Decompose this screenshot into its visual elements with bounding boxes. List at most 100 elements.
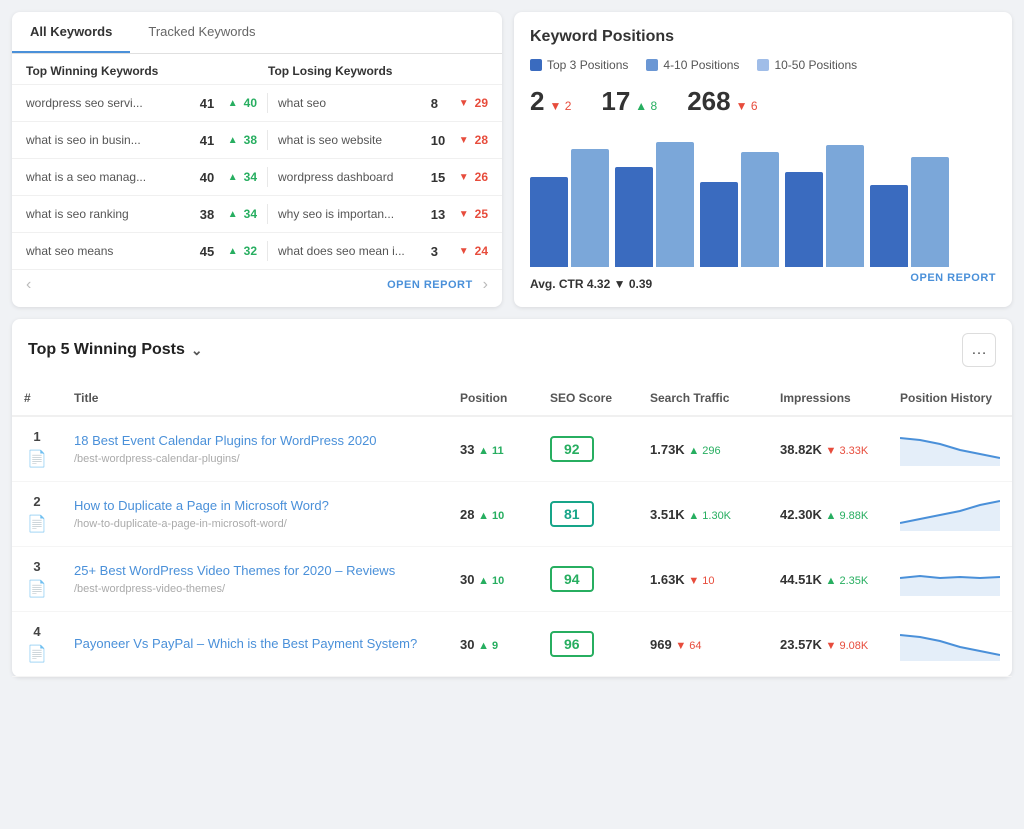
- position-value: 30: [460, 572, 474, 587]
- position-numbers: 2 ▼ 2 17 ▲ 8 268 ▼ 6: [530, 86, 996, 117]
- row-number: 1: [33, 429, 40, 444]
- open-report-positions: OPEN REPORT: [910, 269, 996, 284]
- posts-card: Top 5 Winning Posts ⌄ … # Title Position…: [12, 319, 1012, 677]
- winning-kw-change: 34: [244, 170, 257, 184]
- table-header-row: # Title Position SEO Score Search Traffi…: [12, 381, 1012, 416]
- col-header-seo-score: SEO Score: [538, 381, 638, 416]
- tab-tracked-keywords[interactable]: Tracked Keywords: [130, 12, 273, 53]
- winning-kw-pos: 41: [200, 96, 222, 111]
- losing-kw-item: what is seo website 10 ▼ 28: [278, 133, 488, 148]
- losing-kw-change: 24: [475, 244, 488, 258]
- traffic-value: 3.51K: [650, 507, 685, 522]
- tab-all-keywords[interactable]: All Keywords: [12, 12, 130, 53]
- col-divider: [267, 130, 268, 150]
- row-number: 2: [33, 494, 40, 509]
- losing-kw-change: 28: [475, 133, 488, 147]
- winning-kw-change: 38: [244, 133, 257, 147]
- cell-position: 30 ▲ 10: [448, 547, 538, 612]
- winning-kw-item: what is seo in busin... 41 ▲ 38: [26, 133, 257, 148]
- cell-impressions: 38.82K ▼ 3.33K: [768, 416, 888, 482]
- seo-score-badge: 96: [550, 631, 594, 657]
- pos-change-up: ▲ 10: [478, 510, 504, 522]
- pos-mid-group: 17 ▲ 8: [601, 86, 657, 117]
- bar-group-1: [530, 149, 609, 267]
- col-header-num: #: [12, 381, 62, 416]
- col-header-position: Position: [448, 381, 538, 416]
- bar-light-1: [571, 149, 609, 267]
- keyword-row: what is seo ranking 38 ▲ 34 why seo is i…: [12, 195, 502, 232]
- legend-dot-mid: [646, 59, 658, 71]
- bar-light-3: [741, 152, 779, 267]
- table-row: 3 📄 25+ Best WordPress Video Themes for …: [12, 547, 1012, 612]
- winning-kw-item: what is a seo manag... 40 ▲ 34: [26, 170, 257, 185]
- cell-seo-score: 81: [538, 482, 638, 547]
- legend-dot-light: [757, 59, 769, 71]
- cell-history: [888, 612, 1012, 677]
- losing-kw-name: wordpress dashboard: [278, 170, 425, 184]
- post-title-link[interactable]: 18 Best Event Calendar Plugins for WordP…: [74, 433, 436, 448]
- legend-10-50: 10-50 Positions: [757, 58, 857, 72]
- keyword-row: what is seo in busin... 41 ▲ 38 what is …: [12, 121, 502, 158]
- seo-score-badge: 92: [550, 436, 594, 462]
- scroll-right-icon[interactable]: ›: [483, 276, 488, 294]
- bar-dark-2: [615, 167, 653, 267]
- pos-top3-group: 2 ▼ 2: [530, 86, 571, 117]
- bar-group-5: [870, 157, 949, 267]
- seo-score-badge: 81: [550, 501, 594, 527]
- losing-kw-name: what seo: [278, 96, 425, 110]
- keyword-row: what seo means 45 ▲ 32 what does seo mea…: [12, 232, 502, 269]
- col-divider: [267, 241, 268, 261]
- winning-kw-item: what seo means 45 ▲ 32: [26, 244, 257, 259]
- keywords-body: Top Winning Keywords Top Losing Keywords…: [12, 54, 502, 300]
- avg-ctr: Avg. CTR 4.32 ▼ 0.39: [530, 277, 652, 291]
- bar-dark-4: [785, 172, 823, 267]
- impressions-value: 42.30K: [780, 507, 822, 522]
- winning-kw-change: 34: [244, 207, 257, 221]
- winning-kw-pos: 38: [200, 207, 222, 222]
- post-title-link[interactable]: 25+ Best WordPress Video Themes for 2020…: [74, 563, 436, 578]
- winning-kw-pos: 41: [200, 133, 222, 148]
- bar-dark-1: [530, 177, 568, 267]
- bar-chart: [530, 127, 996, 267]
- post-url: /best-wordpress-calendar-plugins/: [74, 453, 240, 465]
- cell-history: [888, 416, 1012, 482]
- posts-table: # Title Position SEO Score Search Traffi…: [12, 381, 1012, 677]
- col-header-impressions: Impressions: [768, 381, 888, 416]
- seo-score-badge: 94: [550, 566, 594, 592]
- winning-kw-change: 40: [244, 96, 257, 110]
- cell-traffic: 1.73K ▲ 296: [638, 416, 768, 482]
- row-number: 3: [33, 559, 40, 574]
- cell-num: 1 📄: [12, 416, 62, 482]
- positions-card: Keyword Positions Top 3 Positions 4-10 P…: [514, 12, 1012, 307]
- post-title-link[interactable]: How to Duplicate a Page in Microsoft Wor…: [74, 498, 436, 513]
- cell-impressions: 44.51K ▲ 2.35K: [768, 547, 888, 612]
- post-title-link[interactable]: Payoneer Vs PayPal – Which is the Best P…: [74, 636, 436, 651]
- col-divider: [267, 93, 268, 113]
- position-value: 28: [460, 507, 474, 522]
- winning-kw-change: 32: [244, 244, 257, 258]
- cell-seo-score: 94: [538, 547, 638, 612]
- positions-title: Keyword Positions: [530, 28, 996, 46]
- pos-top3-change: ▼ 2: [549, 99, 571, 113]
- posts-title-btn[interactable]: Top 5 Winning Posts ⌄: [28, 341, 203, 359]
- mini-chart: [900, 560, 1000, 599]
- document-icon: 📄: [27, 644, 47, 664]
- losing-kw-name: what is seo website: [278, 133, 425, 147]
- col-divider: [267, 204, 268, 224]
- more-options-button[interactable]: …: [962, 333, 996, 367]
- document-icon: 📄: [27, 514, 47, 534]
- arrow-up-icon: ▲: [228, 172, 238, 183]
- winning-kw-pos: 45: [200, 244, 222, 259]
- col-losing-header: Top Losing Keywords: [268, 64, 488, 78]
- cell-position: 33 ▲ 11: [448, 416, 538, 482]
- keyword-row: what is a seo manag... 40 ▲ 34 wordpress…: [12, 158, 502, 195]
- losing-kw-item: why seo is importan... 13 ▼ 25: [278, 207, 488, 222]
- losing-kw-pos: 8: [431, 96, 453, 111]
- document-icon: 📄: [27, 449, 47, 469]
- keyword-row: wordpress seo servi... 41 ▲ 40 what seo …: [12, 84, 502, 121]
- arrow-down-icon: ▼: [459, 135, 469, 146]
- cell-history: [888, 547, 1012, 612]
- losing-kw-item: what does seo mean i... 3 ▼ 24: [278, 244, 488, 259]
- bar-light-2: [656, 142, 694, 267]
- col-header-position-history: Position History: [888, 381, 1012, 416]
